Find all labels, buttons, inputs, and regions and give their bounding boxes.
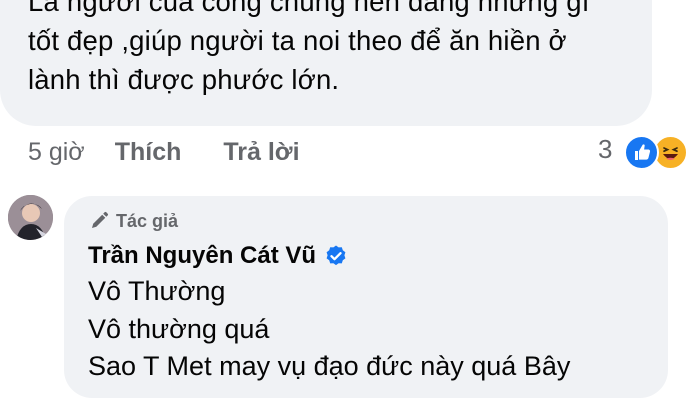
comment-line: Là người của công chúng nên đăng những g… <box>28 0 590 17</box>
like-icon[interactable] <box>624 135 659 170</box>
reply-bubble: Tác giả Trần Nguyên Cát Vũ Vô Thường Vô … <box>64 196 668 398</box>
verified-badge-icon <box>326 245 346 266</box>
comment-actions: 5 giờ Thích Trả lời <box>28 136 342 168</box>
comment-line: tốt đẹp ,giúp người ta noi theo để ăn hi… <box>28 25 567 56</box>
author-tag: Tác giả <box>88 210 178 232</box>
reply-line: Vô Thường <box>88 276 226 306</box>
comment-thread: Là người của công chúng nên đăng những g… <box>0 0 700 412</box>
comment-text: Là người của công chúng nên đăng những g… <box>28 0 640 99</box>
comment-bubble: Là người của công chúng nên đăng những g… <box>0 0 652 126</box>
pencil-icon <box>92 211 109 228</box>
author-tag-label: Tác giả <box>116 210 179 231</box>
reaction-count[interactable]: 3 <box>598 134 612 165</box>
reply-line: Sao T Met may vụ đạo đức này quá Bây <box>88 351 571 381</box>
reply-line: Vô thường quá <box>88 314 270 344</box>
comment-timestamp[interactable]: 5 giờ <box>28 138 85 167</box>
author-name-link[interactable]: Trần Nguyên Cát Vũ <box>88 242 316 270</box>
avatar[interactable] <box>8 195 53 240</box>
like-button[interactable]: Thích <box>115 138 182 167</box>
reply-button[interactable]: Trả lời <box>223 138 299 167</box>
comment-line: lành thì được phước lớn. <box>28 64 340 95</box>
author-name: Trần Nguyên Cát Vũ <box>88 242 348 270</box>
